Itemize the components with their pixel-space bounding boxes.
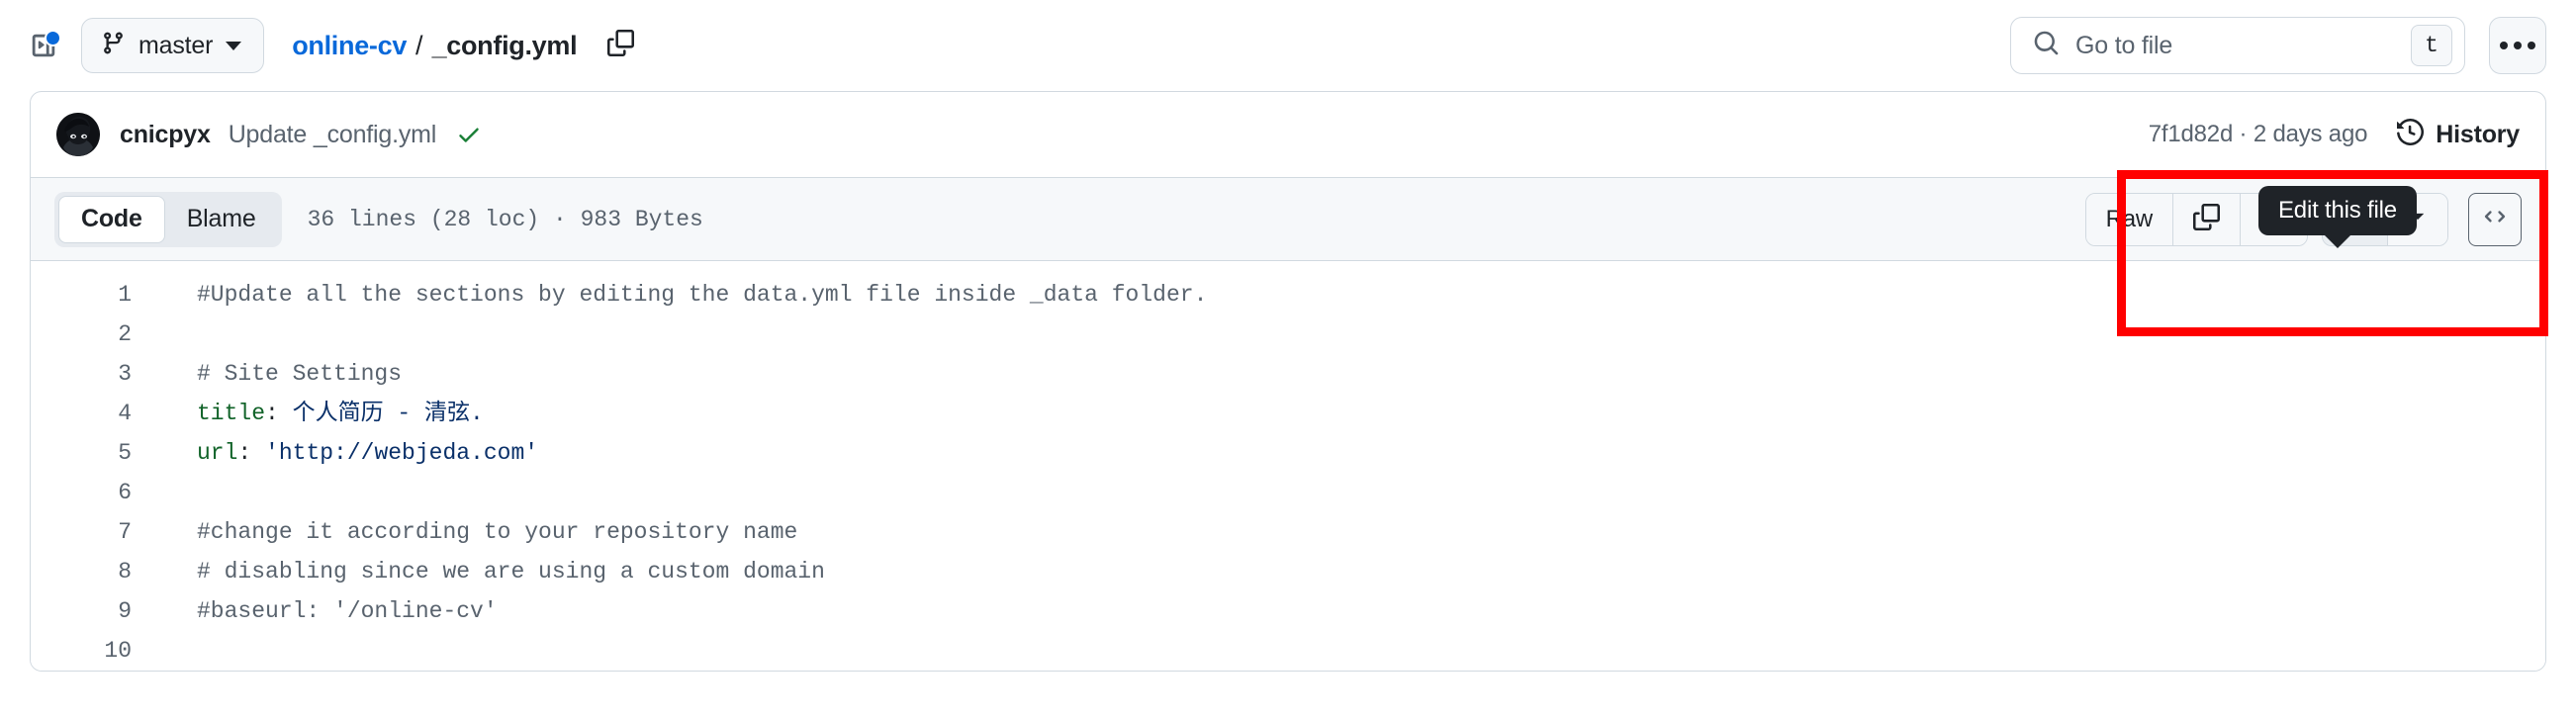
line-number[interactable]: 8 [31, 552, 132, 591]
code-line: 6 [31, 473, 2545, 512]
tab-blame[interactable]: Blame [165, 196, 278, 243]
code-symbols-icon [2482, 204, 2508, 234]
tab-code[interactable]: Code [58, 195, 165, 243]
line-number[interactable]: 3 [31, 354, 132, 394]
file-card: cnicpyx Update _config.yml 7f1d82d · 2 d… [30, 91, 2546, 672]
code-token-keyname: title [197, 401, 266, 426]
code-token-comment: #baseurl: '/online-cv' [197, 598, 498, 624]
breadcrumb: online-cv / _config.yml [292, 31, 577, 61]
line-number[interactable]: 2 [31, 315, 132, 354]
history-label: History [2436, 120, 2520, 148]
avatar[interactable] [56, 113, 100, 156]
code-token-comment: #change it according to your repository … [197, 519, 798, 545]
line-content[interactable]: #Update all the sections by editing the … [132, 275, 2545, 315]
code-line: 4 title: 个人简历 - 清弦. [31, 394, 2545, 433]
code-token-plain: : [265, 401, 293, 426]
notification-dot [45, 30, 61, 46]
commit-sha-and-time: 7f1d82d · 2 days ago [2149, 121, 2368, 148]
latest-commit-row: cnicpyx Update _config.yml 7f1d82d · 2 d… [31, 92, 2545, 177]
search-icon [2033, 30, 2060, 61]
code-token-comment: # disabling since we are using a custom … [197, 559, 825, 585]
code-symbols-button[interactable] [2468, 192, 2522, 246]
branch-name-label: master [138, 31, 214, 59]
file-action-toolbar: Code Blame 36 lines (28 loc) · 983 Bytes… [31, 177, 2545, 260]
code-line: 9 #baseurl: '/online-cv' [31, 591, 2545, 631]
code-line: 2 [31, 315, 2545, 354]
code-line: 7 #change it according to your repository… [31, 512, 2545, 552]
go-to-file-placeholder: Go to file [2075, 31, 2173, 59]
history-button[interactable]: History [2397, 118, 2520, 150]
line-content[interactable]: url: 'http://webjeda.com' [132, 433, 2545, 473]
go-to-file-search[interactable]: Go to file t [2010, 17, 2465, 74]
code-token-str: 'http://webjeda.com' [265, 440, 539, 466]
branch-selector-button[interactable]: master [81, 18, 265, 73]
raw-button[interactable]: Raw [2085, 193, 2173, 245]
code-line: 5 url: 'http://webjeda.com' [31, 433, 2545, 473]
copy-path-icon [606, 30, 634, 61]
code-token-comment: # Site Settings [197, 361, 403, 387]
code-blame-segmented-control: Code Blame [54, 191, 282, 247]
code-line: 8 # disabling since we are using a custom… [31, 552, 2545, 591]
git-branch-icon [101, 31, 126, 60]
code-token-plain: : [237, 440, 266, 466]
commit-relative-time: 2 days ago [2253, 121, 2368, 147]
line-number[interactable]: 10 [31, 631, 132, 671]
line-content[interactable]: #baseurl: '/online-cv' [132, 591, 2545, 631]
copy-raw-content-icon [2193, 203, 2220, 235]
copy-raw-content-button[interactable] [2173, 193, 2241, 245]
raw-label: Raw [2105, 205, 2154, 232]
code-line: 10 [31, 631, 2545, 671]
kebab-dot-2 [2514, 42, 2522, 49]
commit-sha[interactable]: 7f1d82d [2149, 121, 2234, 147]
code-viewer: 1 #Update all the sections by editing the… [31, 260, 2545, 671]
sidebar-expand-button[interactable] [18, 20, 69, 71]
commit-author-link[interactable]: cnicpyx [120, 121, 211, 149]
line-number[interactable]: 7 [31, 512, 132, 552]
commit-message-link[interactable]: Update _config.yml [229, 121, 437, 149]
page-header: master online-cv / _config.yml Go to fil… [0, 0, 2576, 91]
line-number[interactable]: 9 [31, 591, 132, 631]
line-number[interactable]: 5 [31, 433, 132, 473]
code-line: 3 # Site Settings [31, 354, 2545, 394]
code-token-comment: #Update all the sections by editing the … [197, 282, 1208, 308]
line-number[interactable]: 1 [31, 275, 132, 315]
line-content[interactable]: # Site Settings [132, 354, 2545, 394]
chevron-down-icon [226, 41, 242, 50]
code-token-keyname: url [197, 440, 238, 466]
file-size-meta: 36 lines (28 loc) · 983 Bytes [307, 206, 703, 232]
kebab-dot-1 [2500, 42, 2508, 49]
line-number[interactable]: 4 [31, 394, 132, 433]
line-content[interactable]: #change it according to your repository … [132, 512, 2545, 552]
search-shortcut-key: t [2411, 25, 2452, 66]
line-content[interactable]: # disabling since we are using a custom … [132, 552, 2545, 591]
code-line: 1 #Update all the sections by editing the… [31, 275, 2545, 315]
commit-status-check-icon[interactable] [456, 122, 482, 147]
line-content[interactable]: title: 个人简历 - 清弦. [132, 394, 2545, 433]
line-number[interactable]: 6 [31, 473, 132, 512]
commit-dot-separator: · [2233, 121, 2254, 147]
history-clock-icon [2397, 118, 2425, 150]
copy-path-button[interactable] [598, 24, 642, 67]
edit-this-file-tooltip: Edit this file [2258, 186, 2417, 235]
code-lines-container: 1 #Update all the sections by editing the… [31, 275, 2545, 671]
breadcrumb-repo-link[interactable]: online-cv [292, 31, 407, 61]
code-token-str: 个人简历 - 清弦. [292, 401, 484, 426]
breadcrumb-separator: / [415, 30, 423, 60]
breadcrumb-file-name: _config.yml [431, 30, 578, 60]
kebab-dot-3 [2528, 42, 2535, 49]
more-options-button[interactable] [2489, 17, 2546, 74]
